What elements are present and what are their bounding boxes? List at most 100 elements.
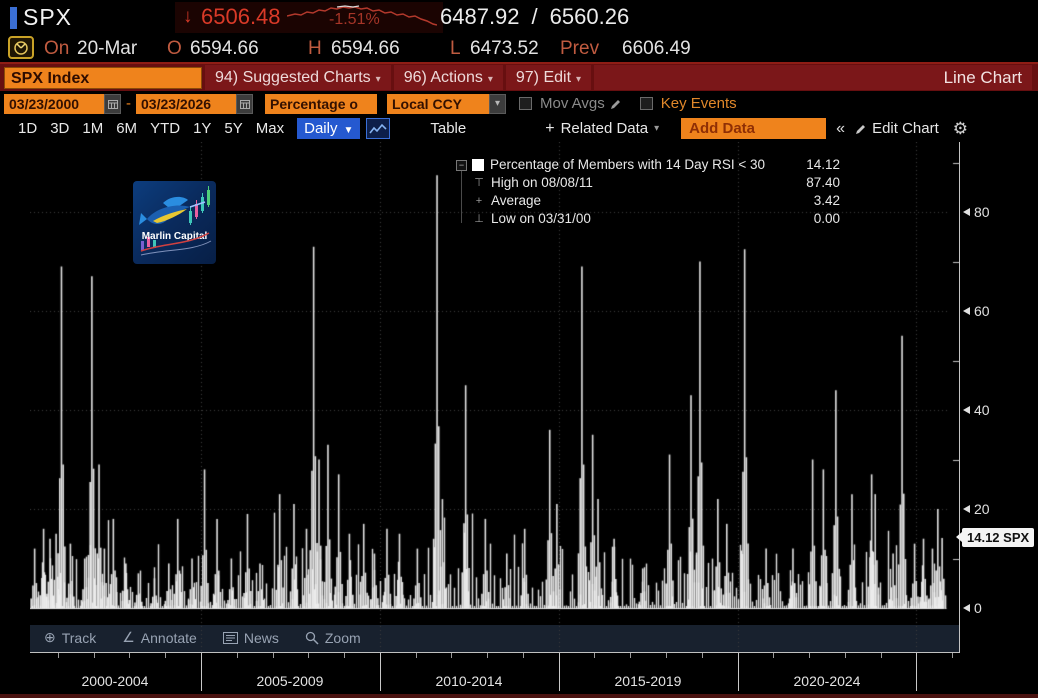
x-axis-year-tick xyxy=(881,653,882,658)
tab-5y[interactable]: 5Y xyxy=(224,120,242,137)
quote-header: SPX ↓ 6506.48 -1.51% 6487.92/6560.26 xyxy=(0,0,1038,36)
series-label: Percentage of Members with 14 Day RSI < … xyxy=(490,157,766,172)
x-axis-period-label: 2010-2014 xyxy=(435,673,503,689)
x-axis-year-tick xyxy=(94,653,95,658)
x-axis-year-tick xyxy=(523,653,524,658)
pencil-icon[interactable] xyxy=(610,98,622,110)
legend-low-row: ⊥ Low on 03/31/00 0.00 xyxy=(456,210,840,228)
y-tick-text: 20 xyxy=(974,501,990,517)
add-data-input[interactable]: Add Data xyxy=(681,118,827,139)
x-axis-period-label: 2000-2004 xyxy=(81,673,149,689)
security-input[interactable]: SPX Index xyxy=(4,66,202,89)
currency-dropdown-caret[interactable]: ▾ xyxy=(489,93,506,114)
gear-icon[interactable]: ⚙ xyxy=(953,119,968,139)
high-annotation-value: 87.40 xyxy=(806,175,840,190)
chevron-down-icon: ▾ xyxy=(375,74,381,85)
edit-chart-button[interactable]: Edit Chart xyxy=(872,120,939,137)
market-status-gauge-icon[interactable] xyxy=(8,36,34,60)
x-axis-period-label: 2020-2024 xyxy=(793,673,861,689)
tab-1y[interactable]: 1Y xyxy=(193,120,211,137)
menu-suggested-charts-label: 94) Suggested Charts xyxy=(215,69,371,86)
track-label: Track xyxy=(61,629,97,646)
tab-1m[interactable]: 1M xyxy=(82,120,103,137)
x-axis-period-label: 2005-2009 xyxy=(256,673,324,689)
bid-price: 6487.92 xyxy=(440,4,520,29)
collapse-panel-button[interactable]: « xyxy=(836,120,845,138)
crosshair-icon: ⊕ xyxy=(44,629,56,645)
session-date: 20-Mar xyxy=(77,38,138,59)
track-button[interactable]: ⊕ Track xyxy=(44,629,96,646)
tab-3d[interactable]: 3D xyxy=(50,120,69,137)
tick-arrow-icon xyxy=(963,208,970,216)
magnifier-icon xyxy=(305,631,319,645)
tick-arrow-icon xyxy=(963,505,970,513)
series-color-swatch xyxy=(472,159,484,171)
zoom-label: Zoom xyxy=(324,629,361,646)
prev-close: 6606.49 xyxy=(622,38,691,59)
last-price: 6506.48 xyxy=(201,4,281,29)
calendar-icon[interactable] xyxy=(236,93,253,114)
tab-6m[interactable]: 6M xyxy=(116,120,137,137)
y-axis-label-20: 20 xyxy=(963,501,990,517)
menu-edit[interactable]: 97) Edit ▾ xyxy=(505,65,592,90)
key-events-label: Key Events xyxy=(660,95,737,112)
low-price: 6473.52 xyxy=(470,38,539,59)
y-tick-text: 60 xyxy=(974,303,990,319)
study-field[interactable]: Percentage o xyxy=(265,93,377,114)
chevron-down-icon: ▼ xyxy=(343,125,354,136)
low-annotation-value: 0.00 xyxy=(813,211,840,226)
bloomberg-terminal-window: SPX ↓ 6506.48 -1.51% 6487.92/6560.26 On … xyxy=(0,0,1038,698)
ticker-symbol: SPX xyxy=(23,4,73,30)
prev-label: Prev xyxy=(560,38,600,59)
x-axis-year-tick xyxy=(416,653,417,658)
tab-1d[interactable]: 1D xyxy=(18,120,37,137)
chart-type-label: Line Chart xyxy=(594,65,1032,90)
news-button[interactable]: News xyxy=(222,630,279,646)
x-axis-period-separator xyxy=(380,653,381,691)
low-annotation-label: Low on 03/31/00 xyxy=(491,211,591,226)
date-from-input[interactable]: 03/23/2000 xyxy=(4,93,104,114)
open-price: 6594.66 xyxy=(190,38,259,59)
ask-price: 6560.26 xyxy=(549,4,630,29)
legend-series-row: − Percentage of Members with 14 Day RSI … xyxy=(456,156,840,174)
low-marker-icon: ⊥ xyxy=(474,213,484,225)
chart-style-button[interactable] xyxy=(366,118,391,139)
high-price: 6594.66 xyxy=(331,38,400,59)
y-tick-text: 0 xyxy=(974,600,982,616)
plus-icon: + xyxy=(545,119,555,137)
x-axis-year-tick xyxy=(809,653,810,658)
y-axis-line xyxy=(959,142,960,653)
badge-text: 14.12 SPX xyxy=(967,530,1030,545)
y-axis-label-0: 0 xyxy=(963,600,982,616)
news-icon xyxy=(222,631,238,644)
logo-text: Marlin Capital xyxy=(142,231,208,242)
tab-table[interactable]: Table xyxy=(430,120,466,137)
date-to-input[interactable]: 03/23/2026 xyxy=(136,93,236,114)
x-axis-year-tick xyxy=(165,653,166,658)
pencil-icon xyxy=(856,124,866,134)
intraday-sparkline xyxy=(287,5,437,26)
menu-suggested-charts[interactable]: 94) Suggested Charts ▾ xyxy=(205,65,391,90)
bid-ask-separator: / xyxy=(531,4,538,29)
session-label: On xyxy=(44,38,70,59)
calendar-icon[interactable] xyxy=(104,93,121,114)
badge-arrow-icon xyxy=(956,532,962,542)
average-marker-icon: + xyxy=(475,195,483,207)
legend-high-row: ⊤ High on 08/08/11 87.40 xyxy=(456,174,840,192)
tab-max[interactable]: Max xyxy=(256,120,284,137)
x-axis-year-tick xyxy=(58,653,59,658)
period-select[interactable]: Daily ▼ xyxy=(297,118,361,139)
key-events-checkbox[interactable] xyxy=(639,97,653,110)
y-axis-label-40: 40 xyxy=(963,402,990,418)
series-value: 14.12 xyxy=(806,157,840,172)
currency-select[interactable]: Local CCY xyxy=(387,93,489,114)
zoom-button[interactable]: Zoom xyxy=(305,630,361,646)
menu-actions[interactable]: 96) Actions ▾ xyxy=(393,65,503,90)
x-axis-year-tick xyxy=(666,653,667,658)
date-range-separator: - xyxy=(126,95,131,112)
annotate-button[interactable]: ∠ Annotate xyxy=(122,629,197,646)
tab-ytd[interactable]: YTD xyxy=(150,120,180,137)
legend-collapse-button[interactable]: − xyxy=(456,159,467,171)
mov-avgs-checkbox[interactable] xyxy=(519,97,532,110)
related-data-menu[interactable]: Related Data xyxy=(561,120,649,137)
